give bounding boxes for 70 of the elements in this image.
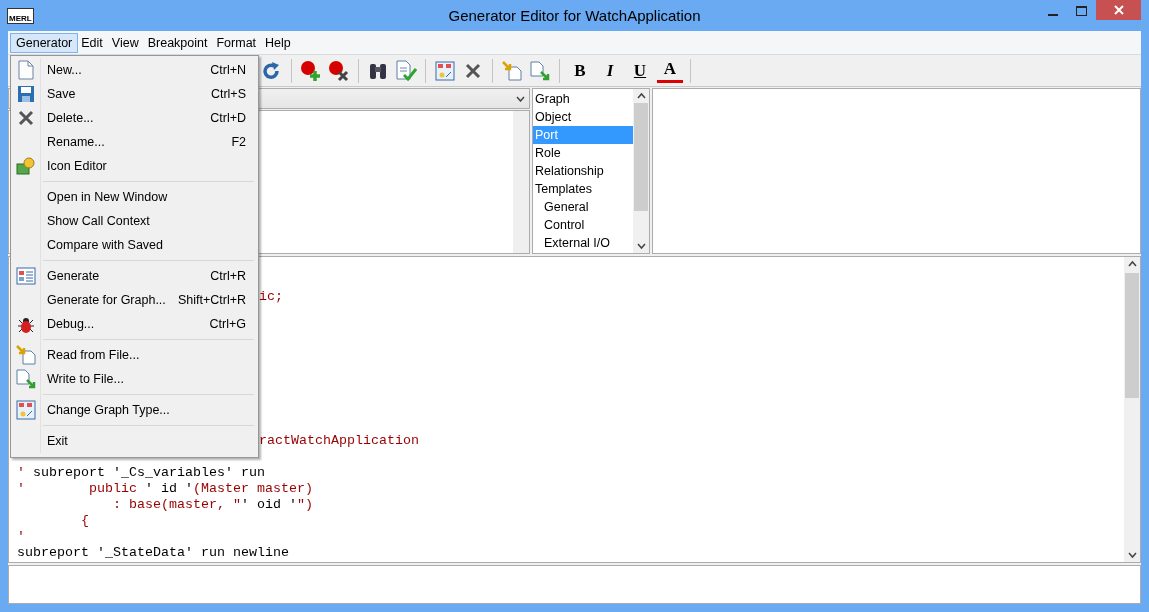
form-icon [16,267,36,285]
add-breakpoint-button[interactable] [299,58,323,83]
format-button[interactable]: A [657,58,683,83]
minimize-icon [1047,14,1058,16]
menu-item[interactable]: Compare with Saved [47,238,258,252]
list-item[interactable]: Graph [533,90,633,108]
delete-icon [465,62,481,79]
code-line: { [80,513,89,529]
shapes-icon [16,157,36,175]
save-icon [17,85,35,103]
menu-item[interactable]: Show Call Context [47,214,258,228]
list-item[interactable]: General [533,198,633,216]
delete-icon [18,110,34,126]
code-line: subreport '_StateData' run newline [17,545,289,561]
list-item[interactable]: Object [533,108,633,126]
code-line: ic; [259,289,283,305]
maximize-icon [1076,6,1087,16]
write-file-button[interactable] [528,58,552,83]
list-item[interactable]: Role [533,144,633,162]
list-item[interactable]: Control [533,216,633,234]
code-line: ' [17,529,25,545]
shortcut-text: F2 [231,135,246,149]
code-line: ractWatchApplication [259,433,419,449]
app-logo: MERL [7,7,34,24]
menu-item[interactable]: Generate for Graph... [47,293,178,307]
menu-item[interactable]: Change Graph Type... [47,403,258,417]
menu-item[interactable]: Delete... [47,111,211,125]
check-document-button[interactable] [394,58,418,83]
menu-item[interactable]: New... [47,63,211,77]
format-button[interactable]: I [597,58,623,83]
close-icon [1113,5,1124,15]
menu-item[interactable]: Rename... [47,135,232,149]
chevron-down-icon [516,95,525,102]
shortcut-text: Shift+Ctrl+R [177,293,246,307]
window-title: Generator Editor for WatchApplication [448,7,701,24]
export-file-icon [16,369,36,389]
menu-item[interactable]: Save [47,87,211,101]
shortcut-text: Ctrl+N [210,63,246,77]
menu-item[interactable]: Exit [47,434,258,448]
graph-type-button[interactable] [433,58,457,83]
type-list[interactable]: Graph Object Port Role Relationship Templates General Control External I/O [532,88,650,254]
list-item[interactable]: Relationship [533,162,633,180]
export-file-icon [530,60,550,81]
shortcut-text: Ctrl+D [210,111,246,125]
import-file-icon [502,60,522,81]
close-button[interactable] [1096,0,1141,20]
list-item[interactable]: External I/O [533,234,633,252]
code-line: ' public ' id '(Master master) [17,481,313,497]
scrollbar[interactable] [633,89,649,253]
import-file-icon [16,345,36,365]
code-line: : base(master, "' oid '") [111,497,313,513]
menu-item[interactable]: Write to File... [47,372,258,386]
shortcut-text: Ctrl+S [210,87,246,101]
menu-item[interactable]: Generator [10,32,79,53]
menu-item[interactable]: Debug... [47,317,210,331]
remove-breakpoint-button[interactable] [327,58,351,83]
menu-item[interactable]: Icon Editor [47,159,258,173]
graph-type-icon [435,60,455,81]
scrollbar[interactable] [1124,257,1140,562]
format-button[interactable]: U [627,58,653,83]
menu-item[interactable]: Read from File... [47,348,258,362]
format-button[interactable]: B [567,58,593,83]
menu-item[interactable]: Open in New Window [47,190,258,204]
graph-type-icon [16,400,36,420]
shortcut-text: Ctrl+G [209,317,246,331]
list-item[interactable]: Templates [533,180,633,198]
menu-item[interactable]: Generate [47,269,211,283]
shortcut-text: Ctrl+R [210,269,246,283]
new-document-icon [18,60,34,80]
code-line: ' subreport '_Cs_variables' run [17,465,265,481]
